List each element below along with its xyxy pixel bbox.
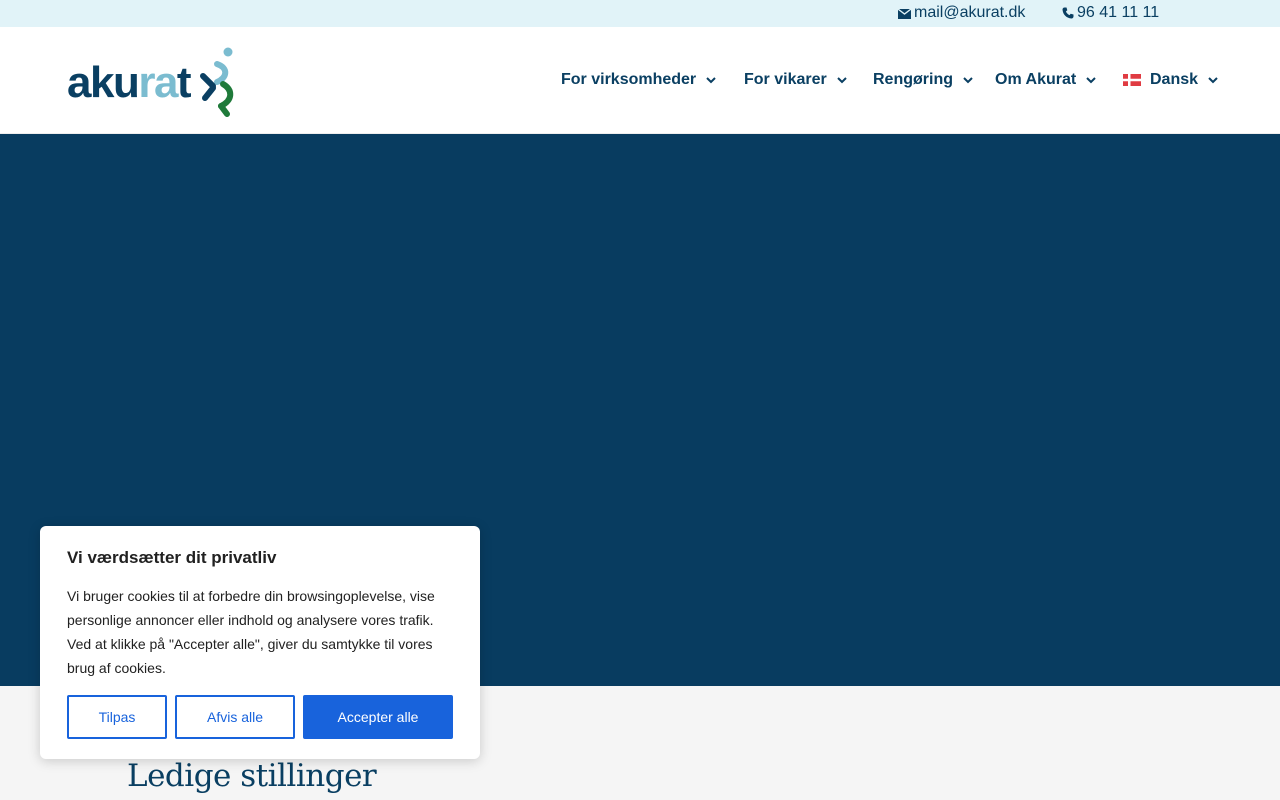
envelope-icon [898, 7, 911, 19]
cookie-description: Vi bruger cookies til at forbedre din br… [67, 588, 435, 676]
reject-all-button[interactable]: Afvis alle [175, 695, 295, 739]
chevron-down-icon [1086, 76, 1096, 83]
nav-language-dansk[interactable]: Dansk [1123, 71, 1218, 89]
chevron-down-icon [837, 76, 847, 83]
phone-icon [1062, 7, 1074, 19]
chevron-down-icon [706, 76, 716, 83]
nav-label: Rengøring [873, 71, 953, 88]
nav-label: For vikarer [744, 71, 827, 88]
customize-button[interactable]: Tilpas [67, 695, 167, 739]
nav-rengoring[interactable]: Rengøring [873, 71, 973, 89]
akurat-logo[interactable]: akurat [67, 46, 237, 118]
nav-label: Om Akurat [995, 71, 1077, 88]
chevron-down-icon [1208, 76, 1218, 83]
accept-all-button[interactable]: Accepter alle [303, 695, 453, 739]
nav-om-akurat[interactable]: Om Akurat [995, 71, 1096, 89]
svg-text:akurat: akurat [67, 58, 192, 107]
phone-text: 96 41 11 11 [1077, 4, 1160, 21]
email-link[interactable]: mail@akurat.dk [898, 4, 1025, 22]
cookie-title: Vi værdsætter dit privatliv [67, 548, 277, 567]
phone-link[interactable]: 96 41 11 11 [1062, 4, 1159, 22]
nav-for-vikarer[interactable]: For vikarer [744, 71, 847, 89]
email-text: mail@akurat.dk [914, 4, 1026, 21]
section-title-ledige-stillinger: Ledige stillinger [127, 758, 377, 794]
danish-flag-icon [1123, 74, 1141, 86]
site-header: akurat For virksomheder For vikarer Reng… [0, 27, 1280, 134]
top-contact-bar: mail@akurat.dk 96 41 11 11 [0, 0, 1280, 27]
nav-label: For virksomheder [561, 71, 697, 88]
chevron-down-icon [963, 76, 973, 83]
cookie-consent-banner: Vi værdsætter dit privatliv Vi bruger co… [40, 526, 480, 759]
nav-for-virksomheder[interactable]: For virksomheder [561, 71, 716, 89]
nav-label: Dansk [1150, 71, 1199, 88]
